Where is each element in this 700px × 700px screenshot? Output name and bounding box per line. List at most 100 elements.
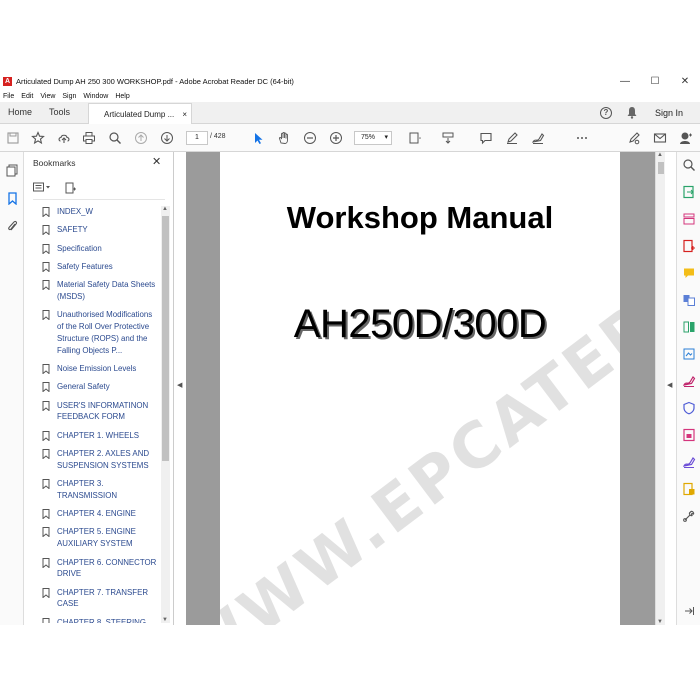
upload-cloud-icon[interactable] [56, 130, 72, 146]
add-bookmark-icon[interactable] [65, 182, 77, 196]
close-window-button[interactable]: ✕ [670, 72, 700, 90]
fill-and-sign-icon[interactable] [682, 374, 696, 388]
bookmark-ribbon-icon [42, 479, 50, 490]
protect-shield-icon[interactable] [682, 401, 696, 415]
bookmarks-scrollbar[interactable]: ▲ ▼ [161, 206, 170, 623]
collapse-right-pane-icon[interactable] [682, 604, 696, 618]
menu-view[interactable]: View [40, 93, 55, 100]
tab-tools[interactable]: Tools [49, 107, 70, 117]
request-signatures-icon[interactable] [682, 455, 696, 469]
compress-pdf-icon[interactable] [682, 428, 696, 442]
menu-edit[interactable]: Edit [21, 93, 33, 100]
menu-sign[interactable]: Sign [62, 93, 76, 100]
tab-home[interactable]: Home [8, 107, 32, 117]
bookmark-item[interactable]: CHAPTER 6. CONNECTOR DRIVE [42, 557, 160, 581]
select-cursor-icon[interactable] [250, 130, 266, 146]
send-for-review-icon[interactable] [682, 482, 696, 496]
export-pdf-icon[interactable] [682, 185, 696, 199]
bookmark-item[interactable]: CHAPTER 1. WHEELS [42, 430, 160, 442]
more-tools-wrench-icon[interactable] [682, 509, 696, 523]
bookmark-ribbon-icon [42, 382, 50, 393]
edit-pdf-icon[interactable] [682, 212, 696, 226]
menu-help[interactable]: Help [115, 93, 129, 100]
doc-scroll-down-icon[interactable]: ▼ [657, 619, 663, 625]
scroll-up-icon[interactable]: ▲ [162, 206, 168, 212]
page-fit-icon[interactable] [407, 130, 423, 146]
notification-bell-icon[interactable] [626, 106, 638, 121]
zoom-search-icon[interactable] [107, 130, 123, 146]
expand-right-icon[interactable]: ◀ [667, 381, 672, 389]
close-panel-button[interactable]: ✕ [152, 155, 161, 168]
highlight-pen-icon[interactable] [504, 130, 520, 146]
bookmark-label: CHAPTER 6. CONNECTOR DRIVE [57, 557, 157, 579]
page-number-input[interactable]: 1 [186, 131, 208, 145]
fill-sign-icon[interactable] [626, 130, 642, 146]
bookmark-item[interactable]: Noise Emission Levels [42, 363, 160, 375]
acrobat-app-icon: A [3, 76, 12, 86]
bookmark-label: CHAPTER 1. WHEELS [57, 430, 139, 440]
tab-document[interactable]: Articulated Dump ... × [88, 103, 192, 124]
bookmark-ribbon-icon [42, 207, 50, 217]
zoom-out-icon[interactable] [302, 130, 318, 146]
create-pdf-icon[interactable] [682, 239, 696, 253]
minimize-button[interactable]: — [610, 72, 640, 90]
tab-close-icon[interactable]: × [182, 110, 187, 119]
collapse-left-panel-handle[interactable]: ◀ [174, 152, 186, 625]
bookmark-star-icon[interactable] [30, 130, 46, 146]
zoom-level-select[interactable]: 75% [354, 131, 392, 145]
hand-tool-icon[interactable] [276, 130, 292, 146]
bookmarks-list: INDEX_W SAFETY Specification Safety Feature… [42, 206, 160, 623]
bookmark-item[interactable]: Material Safety Data Sheets (MSDS) [42, 279, 160, 303]
bookmark-options-icon[interactable] [33, 182, 51, 196]
bookmark-ribbon-icon [42, 509, 50, 520]
right-tools-rail [676, 152, 700, 625]
comment-icon[interactable] [478, 130, 494, 146]
maximize-button[interactable]: ☐ [640, 72, 670, 90]
save-icon[interactable] [5, 130, 21, 146]
collapse-left-icon[interactable]: ◀ [177, 381, 182, 389]
scan-ocr-icon[interactable] [682, 347, 696, 361]
bookmark-item[interactable]: CHAPTER 2. AXLES AND SUSPENSION SYSTEMS [42, 448, 160, 472]
search-zoom-icon[interactable] [682, 158, 696, 172]
menu-window[interactable]: Window [83, 93, 108, 100]
bookmark-item[interactable]: CHAPTER 3. TRANSMISSION [42, 478, 160, 502]
bookmark-item[interactable]: CHAPTER 5. ENGINE AUXILIARY SYSTEM [42, 526, 160, 550]
share-user-icon[interactable] [678, 130, 694, 146]
sign-in-link[interactable]: Sign In [655, 108, 683, 118]
scroll-down-icon[interactable]: ▼ [162, 617, 168, 623]
attachments-paperclip-icon[interactable] [4, 218, 20, 234]
email-icon[interactable] [652, 130, 668, 146]
bookmark-item[interactable]: CHAPTER 4. ENGINE [42, 508, 160, 520]
zoom-in-icon[interactable] [328, 130, 344, 146]
menu-file[interactable]: File [3, 93, 14, 100]
expand-right-panel-handle[interactable]: ◀ [665, 152, 675, 625]
bookmark-item[interactable]: SAFETY [42, 224, 160, 236]
more-tools-icon[interactable] [574, 130, 590, 146]
document-scrollbar[interactable]: ▲ ▼ [655, 152, 665, 625]
bookmark-item[interactable]: Unauthorised Modifications of the Roll O… [42, 309, 160, 356]
combine-files-icon[interactable] [682, 293, 696, 307]
doc-scroll-up-icon[interactable]: ▲ [657, 152, 663, 158]
bookmark-item[interactable]: Specification [42, 243, 160, 255]
bookmark-label: Noise Emission Levels [57, 363, 137, 373]
bookmark-item[interactable]: INDEX_W [42, 206, 160, 218]
document-scroll-thumb[interactable] [658, 162, 664, 174]
previous-page-icon[interactable] [133, 130, 149, 146]
bookmarks-panel-icon[interactable] [4, 190, 20, 206]
bookmark-item[interactable]: CHAPTER 8. STEERING [42, 617, 160, 623]
scrolling-mode-icon[interactable] [440, 130, 456, 146]
document-viewport[interactable]: Workshop Manual AH250D/300D WWW.EPCATEPO… [186, 152, 655, 625]
next-page-icon[interactable] [159, 130, 175, 146]
page-thumbnails-icon[interactable] [4, 162, 20, 178]
help-icon[interactable]: ? [600, 107, 612, 119]
comment-tool-icon[interactable] [682, 266, 696, 280]
bookmark-item[interactable]: Safety Features [42, 261, 160, 273]
bookmark-label: INDEX_W [57, 207, 93, 216]
bookmarks-scroll-thumb[interactable] [162, 216, 169, 461]
bookmark-item[interactable]: CHAPTER 7. TRANSFER CASE [42, 587, 160, 611]
organize-pages-icon[interactable] [682, 320, 696, 334]
bookmark-item[interactable]: General Safety [42, 381, 160, 393]
print-icon[interactable] [81, 130, 97, 146]
sign-icon[interactable] [530, 130, 546, 146]
bookmark-item[interactable]: USER'S INFORMATINON FEEDBACK FORM [42, 400, 160, 424]
